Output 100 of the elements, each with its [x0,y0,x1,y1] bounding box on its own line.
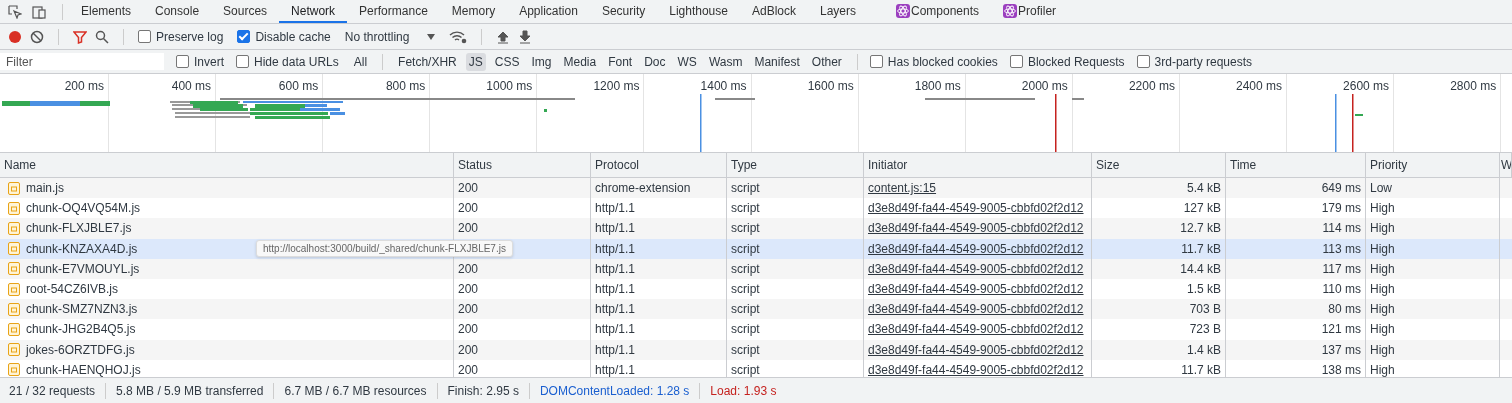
status-text: 6.7 MB / 6.7 MB resources [284,383,427,398]
type-filter-button[interactable]: Manifest [751,52,803,71]
filter-option-checkbox[interactable] [869,55,883,68]
table-cell: 200 [458,201,479,216]
type-filter-button[interactable]: Wasm [705,52,746,71]
panel-tab[interactable]: Performance [347,0,440,23]
time-tick-label: 1800 ms [914,79,961,93]
table-cell: http/1.1 [595,221,636,236]
initiator-link[interactable]: d3e8d49f-fa44-4549-9005-cbbfd02f2d12 [868,241,1084,256]
type-filter-button[interactable]: Doc [641,52,669,71]
type-filter-button[interactable]: Font [605,52,636,71]
filter-option-checkbox[interactable] [1009,55,1023,68]
panel-tab[interactable]: Console [143,0,212,23]
clear-icon[interactable] [30,29,44,44]
time-tick-label: 200 ms [64,79,104,93]
table-cell: 114 ms [1322,221,1361,236]
table-cell[interactable]: chunk-E7VMOUYL.js [26,261,140,276]
panel-tab[interactable]: Elements [69,0,144,23]
table-cell: script [731,302,760,317]
panel-tab[interactable]: Security [589,0,658,23]
initiator-link[interactable]: d3e8d49f-fa44-4549-9005-cbbfd02f2d12 [868,201,1084,216]
download-icon[interactable] [518,29,533,44]
type-filter-button[interactable]: Media [560,52,600,71]
table-cell: 121 ms [1321,322,1361,337]
script-file-icon [8,302,20,316]
table-cell[interactable]: chunk-JHG2B4Q5.js [26,322,136,337]
filter-option-checkbox[interactable] [1136,55,1150,68]
panel-tab[interactable]: Components [884,0,992,23]
checkbox-label: Blocked Requests [1027,54,1125,69]
table-cell[interactable]: jokes-6ORZTDFG.js [26,342,135,357]
type-filter-button[interactable]: JS [465,52,486,71]
wifi-settings-icon[interactable] [449,29,468,44]
type-filter-button[interactable]: Fetch/XHR [395,52,460,71]
table-cell[interactable]: chunk-HAENQHOJ.js [26,362,141,377]
upload-icon[interactable] [496,29,511,44]
panel-tab[interactable]: AdBlock [739,0,808,23]
type-filter-button[interactable]: WS [674,52,700,71]
column-header[interactable]: Protocol [595,158,640,172]
table-cell: http/1.1 [595,302,636,317]
table-cell: script [731,261,760,276]
table-cell: 110 ms [1322,282,1361,297]
column-header[interactable]: Time [1230,158,1257,172]
initiator-link[interactable]: d3e8d49f-fa44-4549-9005-cbbfd02f2d12 [868,261,1084,276]
initiator-link[interactable]: d3e8d49f-fa44-4549-9005-cbbfd02f2d12 [868,362,1084,377]
table-cell[interactable]: chunk-FLXJBLE7.js [26,221,132,236]
filter-icon[interactable] [73,29,87,44]
inspect-icon[interactable] [8,4,22,19]
column-header[interactable]: Priority [1370,158,1408,172]
disable-cache-checkbox[interactable] [237,30,251,43]
initiator-link[interactable]: d3e8d49f-fa44-4549-9005-cbbfd02f2d12 [868,302,1084,317]
initiator-link[interactable]: d3e8d49f-fa44-4549-9005-cbbfd02f2d12 [868,282,1084,297]
column-header[interactable]: Name [4,158,36,172]
panel-tab[interactable]: Lighthouse [657,0,740,23]
table-cell: 5.4 kB [1186,181,1221,196]
table-cell: chrome-extension [595,181,691,196]
table-cell[interactable]: root-54CZ6IVB.js [26,282,119,297]
table-cell: 200 [458,302,479,317]
search-icon[interactable] [95,29,109,44]
script-file-icon [8,282,20,296]
initiator-link[interactable]: d3e8d49f-fa44-4549-9005-cbbfd02f2d12 [868,342,1084,357]
panel-tab[interactable]: Sources [211,0,280,23]
table-cell: 138 ms [1321,362,1361,377]
table-cell: 1.5 kB [1186,282,1221,297]
hide-data-urls-checkbox[interactable] [236,55,249,68]
column-header[interactable]: Type [731,158,757,172]
table-cell: http/1.1 [595,322,636,337]
table-cell: script [731,241,760,256]
initiator-link[interactable]: content.js:15 [868,181,937,196]
type-filter-button[interactable]: All [350,52,371,71]
column-header[interactable]: Status [458,158,493,172]
panel-tab[interactable]: Profiler [991,0,1069,23]
table-cell: High [1370,302,1395,317]
script-file-icon [8,181,20,195]
throttling-select[interactable]: No throttling [344,29,442,44]
table-cell[interactable]: chunk-OQ4VQ54M.js [26,201,141,216]
table-cell: 117 ms [1322,261,1361,276]
table-cell: 703 B [1189,302,1221,317]
initiator-link[interactable]: d3e8d49f-fa44-4549-9005-cbbfd02f2d12 [868,221,1084,236]
panel-tab[interactable]: Layers [808,0,868,23]
preserve-log-checkbox[interactable] [138,30,151,43]
type-filter-button[interactable]: CSS [491,52,523,71]
initiator-link[interactable]: d3e8d49f-fa44-4549-9005-cbbfd02f2d12 [868,322,1084,337]
table-cell: High [1370,201,1395,216]
column-header[interactable]: Initiator [868,158,908,172]
table-cell: http/1.1 [595,342,636,357]
panel-tab[interactable]: Application [507,0,590,23]
table-cell[interactable]: chunk-SMZ7NZN3.js [26,302,138,317]
status-text: Finish: 2.95 s [447,383,519,398]
panel-tab[interactable]: Memory [439,0,508,23]
time-tick-label: 2000 ms [1021,79,1068,93]
device-icon[interactable] [32,4,46,19]
type-filter-button[interactable]: Img [528,52,555,71]
table-cell[interactable]: main.js [26,181,64,196]
time-tick-label: 2200 ms [1128,79,1175,93]
invert-checkbox[interactable] [176,55,189,68]
column-header[interactable]: Size [1096,158,1120,172]
filter-input[interactable]: Filter [0,53,164,70]
table-cell[interactable]: chunk-KNZAXA4D.js [26,241,138,256]
record-button[interactable] [8,29,22,44]
type-filter-button[interactable]: Other [808,52,845,71]
